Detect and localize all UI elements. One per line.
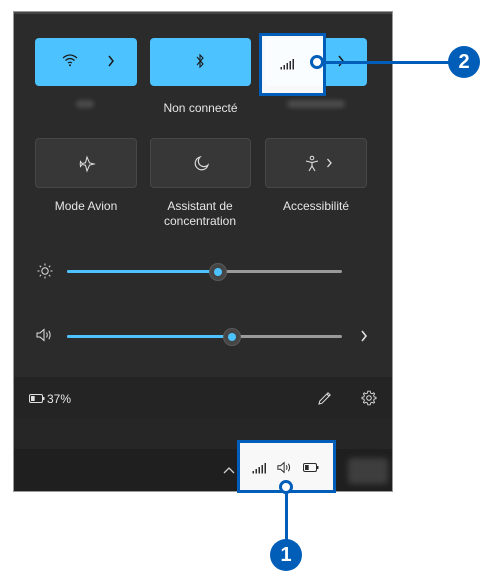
airplane-icon	[79, 155, 96, 173]
brightness-icon	[37, 263, 53, 279]
wifi-icon	[62, 54, 78, 67]
callout-1-badge: 1	[270, 539, 302, 571]
accessibility-chevron-icon[interactable]	[326, 158, 333, 168]
accessibility-tile[interactable]	[265, 138, 367, 188]
quick-settings-footer: 37%	[14, 377, 392, 418]
brightness-slider-fill	[67, 270, 218, 273]
cellular-signal-icon	[280, 59, 294, 70]
focus-assist-tile[interactable]	[150, 138, 251, 188]
brightness-slider-thumb[interactable]	[209, 263, 227, 281]
callout-2-badge: 2	[448, 46, 480, 78]
bluetooth-tile-label: Non connecté	[163, 101, 238, 115]
tray-speaker-icon[interactable]	[277, 461, 293, 474]
bluetooth-icon	[196, 53, 204, 69]
volume-slider-fill	[67, 335, 232, 338]
callout-1-anchor-dot	[279, 480, 293, 494]
airplane-mode-tile[interactable]	[35, 138, 137, 188]
callout-2-leader-line	[322, 61, 450, 64]
audio-output-chevron-icon[interactable]	[360, 330, 368, 342]
wifi-tile-label	[76, 100, 94, 108]
accessibility-icon	[305, 155, 319, 172]
windows-screen: Non connecté Mode Avion Assistant de con…	[13, 11, 393, 492]
wifi-chevron-icon[interactable]	[107, 55, 115, 67]
settings-gear-icon[interactable]	[361, 390, 377, 406]
speaker-icon	[36, 328, 51, 342]
battery-percentage: 37%	[47, 392, 72, 406]
tray-cellular-signal-icon[interactable]	[252, 462, 268, 474]
tray-battery-icon[interactable]	[303, 463, 319, 472]
taskbar-clock[interactable]	[348, 458, 388, 484]
bluetooth-toggle-tile[interactable]	[150, 38, 251, 86]
show-hidden-icons-chevron-icon[interactable]	[223, 466, 235, 474]
accessibility-label: Accessibilité	[282, 199, 350, 213]
volume-slider-thumb[interactable]	[223, 328, 241, 346]
moon-icon	[194, 155, 210, 171]
quick-settings-panel: Non connecté Mode Avion Assistant de con…	[14, 12, 392, 418]
taskbar	[14, 449, 392, 491]
edit-pencil-icon[interactable]	[317, 391, 332, 406]
airplane-mode-label: Mode Avion	[54, 199, 118, 213]
focus-assist-label: Assistant de concentration	[163, 199, 237, 228]
panel-top-edge	[14, 12, 392, 14]
battery-icon	[29, 394, 45, 403]
callout-1-leader-line	[285, 493, 288, 541]
cellular-tile-label	[287, 100, 345, 108]
wifi-toggle-tile[interactable]	[35, 38, 137, 86]
